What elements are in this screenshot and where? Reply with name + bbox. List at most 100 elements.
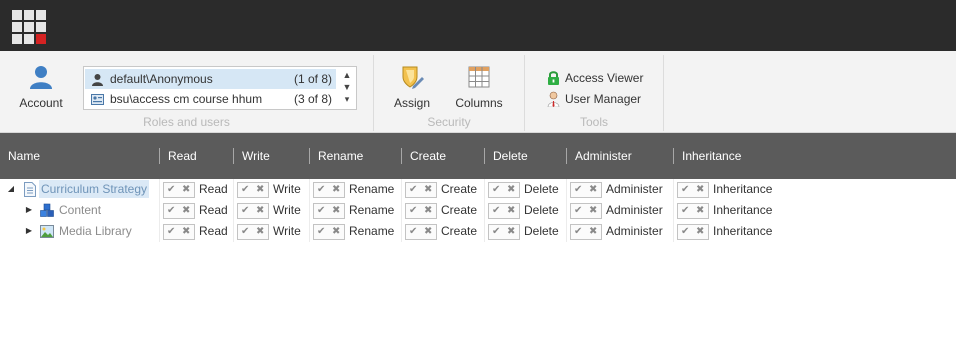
lock-icon: [548, 71, 559, 85]
assign-button[interactable]: Assign: [380, 64, 444, 110]
roles-group-label: Roles and users: [143, 115, 230, 129]
permission-toggle[interactable]: ✔ ✖: [570, 203, 602, 219]
tools-group: Access Viewer User Manager Tools: [525, 51, 663, 133]
allow-check-icon: ✔: [317, 226, 326, 237]
deny-cross-icon: ✖: [696, 205, 705, 216]
allow-check-icon: ✔: [409, 184, 418, 195]
permission-toggle[interactable]: ✔ ✖: [313, 224, 345, 240]
column-header-rename[interactable]: Rename: [318, 133, 363, 179]
permission-label: Rename: [349, 203, 395, 217]
allow-check-icon: ✔: [574, 226, 583, 237]
allow-check-icon: ✔: [317, 184, 326, 195]
column-divider[interactable]: [233, 148, 234, 164]
allow-check-icon: ✔: [167, 184, 176, 195]
role-item-anonymous[interactable]: default\Anonymous (1 of 8): [85, 69, 336, 89]
permission-label: Inheritance: [713, 203, 773, 217]
permission-toggle[interactable]: ✔ ✖: [163, 224, 195, 240]
allow-check-icon: ✔: [574, 205, 583, 216]
column-divider[interactable]: [401, 148, 402, 164]
assign-label: Assign: [393, 96, 431, 110]
deny-cross-icon: ✖: [182, 205, 191, 216]
permission-label: Delete: [524, 224, 559, 238]
permission-label: Administer: [606, 182, 663, 196]
permission-label: Read: [199, 203, 228, 217]
column-header-read[interactable]: Read: [168, 133, 197, 179]
permission-toggle[interactable]: ✔ ✖: [488, 224, 520, 240]
column-header-write[interactable]: Write: [242, 133, 270, 179]
roles-list[interactable]: default\Anonymous (1 of 8) bsu\access cm…: [83, 66, 357, 110]
columns-grid-icon: [468, 66, 490, 88]
expand-toggle-icon[interactable]: ▶: [24, 226, 34, 236]
expand-toggle-icon[interactable]: ▶: [24, 205, 34, 215]
permission-toggle[interactable]: ✔ ✖: [677, 224, 709, 240]
permission-label: Delete: [524, 203, 559, 217]
table-row: ▶ Content ✔ ✖ Read ✔ ✖ Write ✔ ✖ Rename ✔ ✖ …: [0, 200, 956, 221]
account-label: Account: [19, 96, 63, 110]
role-icon: [91, 94, 104, 105]
permission-toggle[interactable]: ✔ ✖: [677, 203, 709, 219]
user-manager-label: User Manager: [565, 92, 642, 106]
permission-toggle[interactable]: ✔ ✖: [570, 182, 602, 198]
deny-cross-icon: ✖: [256, 226, 265, 237]
permission-toggle[interactable]: ✔ ✖: [405, 182, 437, 198]
deny-cross-icon: ✖: [589, 205, 598, 216]
role-item-bsu-access[interactable]: bsu\access cm course hhum (3 of 8): [85, 89, 336, 109]
permission-toggle[interactable]: ✔ ✖: [488, 203, 520, 219]
column-divider[interactable]: [484, 148, 485, 164]
column-header-administer[interactable]: Administer: [575, 133, 632, 179]
allow-check-icon: ✔: [317, 205, 326, 216]
column-header-create[interactable]: Create: [410, 133, 446, 179]
permission-label: Inheritance: [713, 224, 773, 238]
expand-toggle-icon[interactable]: ◢: [6, 184, 16, 194]
column-header-name[interactable]: Name: [8, 133, 40, 179]
account-button[interactable]: Account: [9, 64, 73, 110]
deny-cross-icon: ✖: [589, 184, 598, 195]
tree-node-label[interactable]: Content: [57, 201, 103, 219]
permission-toggle[interactable]: ✔ ✖: [163, 203, 195, 219]
ribbon-toolbar: Account default\Anonymous (1 of 8) bsu\a…: [0, 51, 956, 133]
allow-check-icon: ✔: [681, 184, 690, 195]
permission-toggle[interactable]: ✔ ✖: [237, 224, 269, 240]
image-icon: [40, 225, 54, 238]
permissions-table-header: Name Read Write Rename Create Delete Adm…: [0, 133, 956, 179]
allow-check-icon: ✔: [681, 205, 690, 216]
permission-toggle[interactable]: ✔ ✖: [570, 224, 602, 240]
column-header-inheritance[interactable]: Inheritance: [682, 133, 741, 179]
permission-toggle[interactable]: ✔ ✖: [405, 203, 437, 219]
column-divider[interactable]: [673, 148, 674, 164]
user-icon: [92, 74, 103, 86]
column-header-delete[interactable]: Delete: [493, 133, 528, 179]
tree-node-label[interactable]: Curriculum Strategy: [39, 180, 150, 198]
permission-toggle[interactable]: ✔ ✖: [677, 182, 709, 198]
top-bar: [0, 0, 956, 51]
allow-check-icon: ✔: [241, 205, 250, 216]
column-divider[interactable]: [159, 148, 160, 164]
security-group-label: Security: [427, 115, 471, 129]
column-divider[interactable]: [309, 148, 310, 164]
user-manager-button[interactable]: User Manager: [545, 90, 641, 108]
permission-label: Administer: [606, 224, 663, 238]
permission-toggle[interactable]: ✔ ✖: [405, 224, 437, 240]
permission-label: Create: [441, 224, 478, 238]
allow-check-icon: ✔: [492, 184, 501, 195]
access-viewer-label: Access Viewer: [565, 71, 644, 85]
permission-toggle[interactable]: ✔ ✖: [313, 203, 345, 219]
columns-button[interactable]: Columns: [447, 64, 511, 110]
scroll-down-icon[interactable]: ▼: [340, 81, 354, 93]
permission-toggle[interactable]: ✔ ✖: [237, 182, 269, 198]
access-viewer-button[interactable]: Access Viewer: [545, 69, 643, 87]
permission-toggle[interactable]: ✔ ✖: [163, 182, 195, 198]
permission-toggle[interactable]: ✔ ✖: [488, 182, 520, 198]
deny-cross-icon: ✖: [332, 205, 341, 216]
permission-toggle[interactable]: ✔ ✖: [313, 182, 345, 198]
column-divider[interactable]: [566, 148, 567, 164]
tree-node-label[interactable]: Media Library: [57, 222, 134, 240]
deny-cross-icon: ✖: [332, 226, 341, 237]
permission-toggle[interactable]: ✔ ✖: [237, 203, 269, 219]
permission-label: Create: [441, 203, 478, 217]
allow-check-icon: ✔: [241, 226, 250, 237]
app-launcher-icon[interactable]: [12, 10, 46, 44]
deny-cross-icon: ✖: [507, 184, 516, 195]
expand-list-icon[interactable]: ▾: [340, 93, 354, 105]
scroll-up-icon[interactable]: ▲: [340, 69, 354, 81]
